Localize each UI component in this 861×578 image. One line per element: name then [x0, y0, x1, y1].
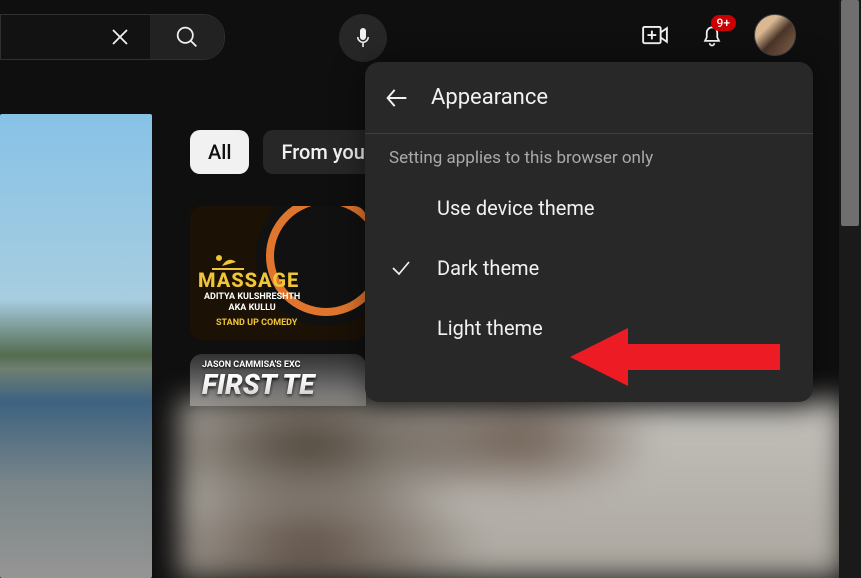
thumb1-subtitle: ADITYA KULSHRESHTH AKA KULLU: [204, 292, 300, 314]
create-video-icon: [640, 20, 670, 50]
search-icon: [173, 23, 201, 51]
create-button[interactable]: [640, 20, 670, 50]
microphone-icon: [351, 26, 375, 50]
search-button[interactable]: [150, 15, 224, 59]
scrollbar-track[interactable]: [839, 0, 861, 578]
avatar[interactable]: [754, 14, 796, 56]
appearance-option-light[interactable]: Light theme: [365, 298, 813, 358]
massage-figure-icon: [208, 248, 248, 262]
video-thumbnail-1[interactable]: MASSAGE ADITYA KULSHRESHTH AKA KULLU STA…: [190, 206, 366, 340]
thumb1-sub-line1: ADITYA KULSHRESHTH: [204, 292, 300, 302]
clear-search-button[interactable]: [90, 15, 150, 59]
close-icon: [106, 23, 134, 51]
check-slot: [389, 255, 413, 281]
filter-chip-bar: All From you: [190, 130, 383, 174]
popup-description: Setting applies to this browser only: [365, 134, 813, 178]
thumb1-title: MASSAGE: [198, 268, 299, 292]
video-thumbnail-2[interactable]: JASON CAMMISA'S EXC FIRST TE: [190, 354, 366, 406]
scrollbar-thumb[interactable]: [841, 0, 859, 226]
sidebar-thumbnail[interactable]: [0, 114, 152, 578]
check-icon: [389, 255, 413, 281]
popup-title: Appearance: [431, 85, 548, 110]
chip-all[interactable]: All: [190, 130, 249, 174]
popup-header: Appearance: [365, 62, 813, 134]
option-label: Light theme: [437, 316, 543, 340]
appearance-option-dark[interactable]: Dark theme: [365, 238, 813, 298]
notifications-button[interactable]: 9+: [698, 21, 726, 49]
arrow-left-icon: [383, 84, 411, 112]
header-right-actions: 9+: [640, 0, 796, 70]
popup-back-button[interactable]: [383, 84, 411, 112]
voice-search-button[interactable]: [339, 14, 387, 62]
appearance-popup: Appearance Setting applies to this brows…: [365, 62, 813, 402]
header-bar: 9+: [0, 0, 836, 70]
option-label: Use device theme: [437, 196, 595, 220]
option-label: Dark theme: [437, 256, 539, 280]
search-box: [0, 14, 225, 60]
thumb1-sub-line2: AKA KULLU: [229, 303, 276, 313]
appearance-option-device[interactable]: Use device theme: [365, 178, 813, 238]
thumb2-title: FIRST TE: [202, 368, 315, 401]
thumb1-tagline: STAND UP COMEDY: [216, 318, 297, 328]
notification-badge: 9+: [711, 15, 736, 31]
blurred-content: [179, 400, 844, 578]
